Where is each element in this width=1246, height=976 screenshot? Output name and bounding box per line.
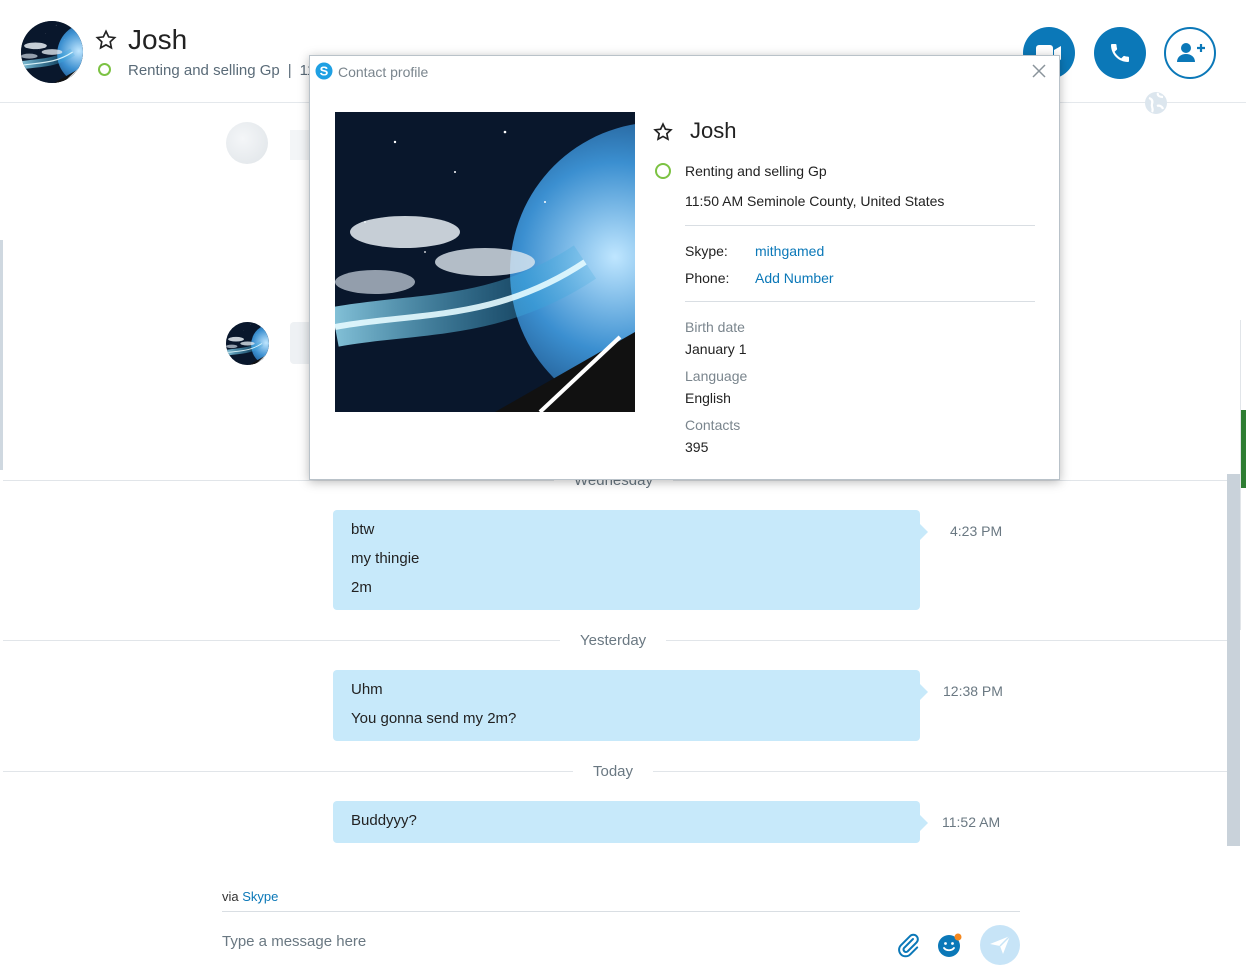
- mood-message: Renting and selling Gp | 11: [128, 62, 315, 79]
- contacts-count: 395: [685, 439, 709, 455]
- profile-name: Josh: [690, 118, 737, 143]
- add-contact-icon: [1177, 43, 1205, 62]
- message-text: You gonna send my 2m?: [351, 710, 517, 727]
- message-input[interactable]: Type a message here: [222, 933, 366, 950]
- phone-label: Phone:: [685, 270, 730, 286]
- star-icon[interactable]: [95, 29, 117, 51]
- skype-logo-icon: S: [315, 62, 333, 80]
- via-prefix: via: [222, 889, 239, 904]
- send-icon: [990, 935, 1011, 954]
- message-timestamp: 4:23 PM: [950, 523, 1003, 539]
- contact-profile-dialog: S Contact profile Josh Renting and selli…: [309, 55, 1060, 480]
- star-icon[interactable]: [653, 122, 673, 142]
- status-online-icon: [655, 163, 671, 179]
- message-text: my thingie: [351, 550, 420, 567]
- message-text: 2m: [351, 579, 372, 596]
- message-bubble[interactable]: Buddyyy?: [333, 801, 928, 843]
- status-online-icon: [98, 63, 111, 76]
- avatar[interactable]: [226, 322, 269, 365]
- day-label: Today: [573, 763, 654, 780]
- contact-name[interactable]: Josh: [128, 24, 187, 56]
- divider: [685, 225, 1035, 226]
- avatar: [226, 122, 268, 164]
- globe-icon[interactable]: [1143, 90, 1169, 116]
- message-bubble[interactable]: btw my thingie 2m: [333, 510, 928, 610]
- sidebar-edge: [0, 240, 3, 470]
- message-bubble[interactable]: Uhm You gonna send my 2m?: [333, 670, 928, 741]
- profile-local-time: 11:50 AM Seminole County, United States: [685, 193, 945, 209]
- mood-text: Renting and selling Gp: [128, 62, 280, 79]
- message-timestamp: 12:38 PM: [943, 683, 1003, 699]
- birth-date-value: January 1: [685, 341, 747, 357]
- via-label: via Skype: [222, 889, 278, 904]
- birth-date-label: Birth date: [685, 319, 745, 335]
- message-timestamp: 11:52 AM: [942, 814, 1001, 830]
- dialog-title: Contact profile: [338, 64, 429, 80]
- separator: |: [287, 62, 292, 79]
- add-people-button[interactable]: [1164, 27, 1216, 79]
- message-placeholder: [290, 130, 310, 160]
- svg-text:S: S: [320, 64, 329, 79]
- language-label: Language: [685, 368, 748, 384]
- message-text: Uhm: [351, 681, 383, 698]
- profile-mood: Renting and selling Gp: [685, 163, 827, 179]
- background-window-edge: [1241, 410, 1246, 488]
- phone-icon: [1111, 44, 1129, 62]
- emoji-icon[interactable]: [937, 932, 963, 958]
- language-value: English: [685, 390, 731, 406]
- skype-name-link[interactable]: mithgamed: [755, 243, 824, 259]
- audio-call-button[interactable]: [1094, 27, 1146, 79]
- attach-icon[interactable]: [896, 932, 920, 958]
- scrollbar[interactable]: [1227, 474, 1240, 846]
- day-label: Yesterday: [560, 632, 667, 649]
- close-icon[interactable]: [1031, 63, 1047, 79]
- contacts-label: Contacts: [685, 417, 741, 433]
- via-skype-link[interactable]: Skype: [242, 889, 278, 904]
- composer-divider: [222, 911, 1020, 912]
- message-text: btw: [351, 521, 375, 538]
- add-number-link[interactable]: Add Number: [755, 270, 834, 286]
- divider: [685, 301, 1035, 302]
- send-button[interactable]: [980, 925, 1020, 965]
- skype-label: Skype:: [685, 243, 728, 259]
- message-text: Buddyyy?: [351, 812, 417, 829]
- avatar[interactable]: [21, 21, 83, 83]
- profile-picture: [335, 112, 635, 412]
